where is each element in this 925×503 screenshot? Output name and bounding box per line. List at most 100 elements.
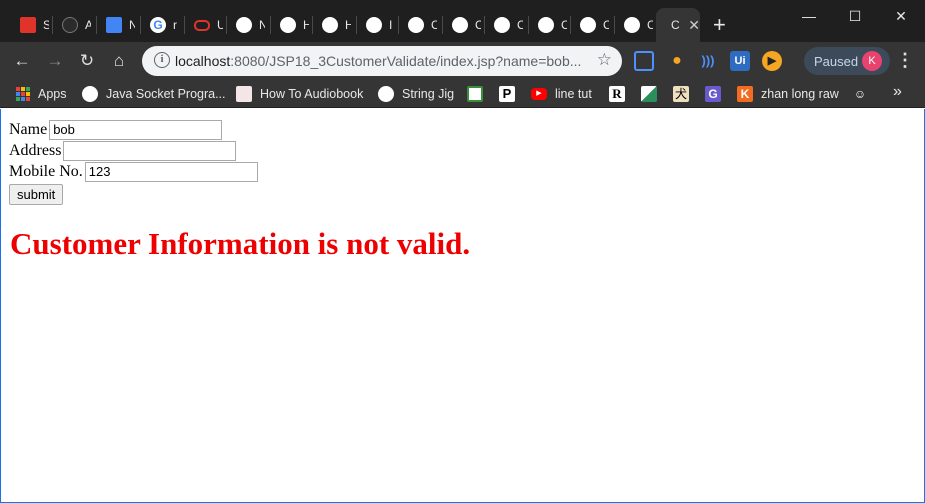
menu-icon[interactable]: ⋮ [896, 49, 914, 71]
validation-message: Customer Information is not valid. [10, 226, 471, 261]
more-bookmarks-icon[interactable]: » [893, 83, 902, 101]
back-button[interactable]: ← [11, 50, 33, 72]
tab-title: C [647, 18, 653, 32]
screenshot-extension-icon[interactable] [634, 51, 654, 71]
oracle-icon [194, 19, 210, 31]
url-text[interactable]: localhost:8080/JSP18_3CustomerValidate/i… [175, 53, 581, 69]
mobile-label: Mobile No. [9, 162, 83, 180]
bookmark-label: String Jig [402, 87, 455, 101]
google-icon: G [150, 17, 166, 33]
bookmark-10[interactable]: 犬 [673, 84, 689, 104]
bookmark-11[interactable]: G [705, 84, 721, 104]
url-host: localhost [175, 53, 231, 69]
bookmark-apps[interactable]: Apps [16, 84, 67, 104]
tab-active[interactable]: C ✕ [656, 8, 700, 42]
k-icon: K [737, 86, 753, 102]
tab-4[interactable]: G r [140, 8, 179, 42]
tab-10[interactable]: C [398, 8, 437, 42]
tab-12[interactable]: C [484, 8, 523, 42]
globe-icon [322, 17, 338, 33]
tab-title: C [671, 18, 680, 32]
bookmark-icon [467, 86, 483, 102]
address-bar[interactable]: i localhost:8080/JSP18_3CustomerValidate… [142, 46, 622, 76]
minimize-button[interactable]: — [786, 4, 832, 28]
tab-title: C [517, 18, 523, 32]
maximize-button[interactable]: ☐ [832, 4, 878, 28]
bookmark-8[interactable]: R [609, 84, 625, 104]
tab-title: U [217, 18, 223, 32]
tab-title: N [259, 18, 265, 32]
customer-form: Name Address Mobile No. submit [9, 119, 258, 205]
bookmark-label: Apps [38, 87, 67, 101]
tab-1[interactable]: S [10, 8, 49, 42]
globe-icon [580, 17, 596, 33]
wifi-extension-icon[interactable]: ))) [698, 51, 718, 71]
submit-button[interactable]: submit [9, 184, 64, 205]
profile-button[interactable]: Paused K [804, 47, 890, 75]
bookmark-string-jig[interactable]: String Jig [378, 84, 454, 104]
window-close-button[interactable]: ✕ [878, 4, 924, 28]
github-icon [62, 17, 78, 33]
acrobat-icon [20, 17, 36, 33]
globe-icon [280, 17, 296, 33]
tab-title: r [173, 18, 177, 32]
media-extension-icon[interactable]: ▶ [762, 51, 782, 71]
star-icon[interactable]: ☆ [597, 50, 612, 70]
globe-icon [452, 17, 468, 33]
bookmark-6[interactable]: P [499, 84, 515, 104]
reload-button[interactable]: ↻ [76, 50, 98, 72]
tab-13[interactable]: C [528, 8, 567, 42]
tab-14[interactable]: C [570, 8, 609, 42]
globe-icon [236, 17, 252, 33]
bookmarks-bar: Apps Java Socket Progra... How To Audiob… [0, 80, 925, 108]
globe-icon [624, 17, 640, 33]
globe-icon [494, 17, 510, 33]
tab-6[interactable]: N [226, 8, 265, 42]
kanji-icon: 犬 [673, 86, 689, 102]
ui-extension-icon[interactable]: Ui [730, 51, 750, 71]
home-button[interactable]: ⌂ [108, 50, 130, 72]
bookmark-audiobook[interactable]: How To Audiobook [236, 84, 363, 104]
tab-title: S [43, 18, 49, 32]
r-icon: R [609, 86, 625, 102]
close-icon[interactable]: ✕ [688, 18, 700, 32]
new-tab-button[interactable]: + [713, 14, 726, 36]
tab-7[interactable]: H [270, 8, 309, 42]
bookmark-java-socket[interactable]: Java Socket Progra... [82, 84, 226, 104]
audiobook-icon [236, 86, 252, 102]
bookmark-label: Java Socket Progra... [106, 87, 226, 101]
tab-title: N [129, 18, 135, 32]
avatar: K [862, 51, 882, 71]
name-input[interactable] [49, 119, 223, 140]
tab-title: A [85, 18, 91, 32]
docs-icon [106, 17, 122, 33]
bookmark-zhan-long-raw[interactable]: K zhan long raw [737, 84, 839, 104]
tab-5[interactable]: U [184, 8, 223, 42]
bookmark-label: How To Audiobook [260, 87, 364, 101]
tab-3[interactable]: N [96, 8, 135, 42]
bookmark-line-tut[interactable]: ▶ line tut [531, 84, 592, 104]
bookmark-5[interactable] [467, 84, 483, 104]
bookmark-13[interactable]: ☺ [852, 84, 868, 104]
globe-icon [538, 17, 554, 33]
forward-button[interactable]: → [44, 50, 66, 72]
bookmark-label: line tut [555, 87, 592, 101]
mobile-input[interactable] [84, 161, 258, 182]
tab-8[interactable]: H [312, 8, 351, 42]
youtube-icon: ▶ [531, 88, 547, 100]
lightbulb-extension-icon[interactable]: ● [667, 51, 687, 71]
tab-title: H [303, 18, 309, 32]
globe-icon [408, 17, 424, 33]
tab-title: I [389, 18, 393, 32]
name-label: Name [9, 120, 48, 138]
tab-title: C [431, 18, 437, 32]
tab-9[interactable]: I [356, 8, 395, 42]
tab-2[interactable]: A [52, 8, 91, 42]
address-input[interactable] [63, 140, 237, 161]
tab-11[interactable]: C [442, 8, 481, 42]
map-icon [641, 86, 657, 102]
bookmark-9[interactable] [641, 84, 657, 104]
info-icon[interactable]: i [154, 52, 170, 68]
mobile-row: Mobile No. [9, 161, 258, 182]
tab-15[interactable]: C [614, 8, 653, 42]
